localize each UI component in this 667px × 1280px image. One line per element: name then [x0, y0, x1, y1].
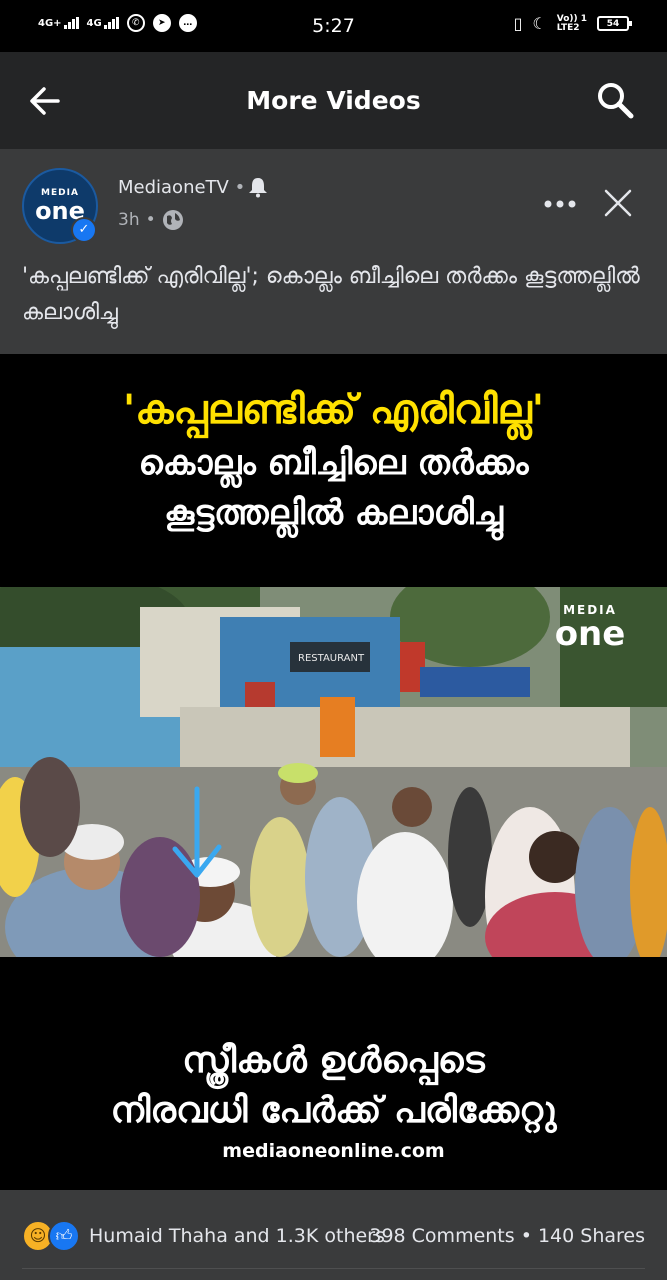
post-header: MEDIA one ✓ MediaoneTV • 3h • 'കപ്പലണ്ടി… [0, 149, 667, 354]
reaction-icons[interactable]: ☺ 👍︎ [22, 1220, 80, 1252]
post-stats: 398 Comments • 140 Shares [369, 1225, 645, 1247]
restaurant-sign: RESTAURANT [298, 653, 365, 664]
post-engagement-bar: ☺ 👍︎ Humaid Thaha and 1.3K others 398 Co… [0, 1190, 667, 1280]
post-time[interactable]: 3h [118, 210, 140, 230]
reactions-summary[interactable]: Humaid Thaha and 1.3K others [89, 1225, 385, 1247]
video-bottom-line-2: നിരവധി പേർക്ക് പരിക്കേറ്റു [110, 1090, 557, 1131]
divider [22, 1268, 645, 1269]
verified-badge-icon: ✓ [71, 217, 97, 243]
battery-level: 54 [606, 18, 620, 29]
status-bar: 4G+ 4G ✆ ➤ … 5:27 ▯ ☾ Vo)) 1 LTE2 54 [0, 0, 667, 52]
post-meta: 3h • [118, 209, 184, 231]
video-player[interactable]: 'കപ്പലണ്ടിക്ക് എരിവില്ല' കൊല്ലം ബീച്ചിലെ… [0, 354, 667, 1190]
video-bottom-text: സ്ത്രീകൾ ഉൾപ്പെടെ നിരവധി പേർക്ക് പരിക്കേ… [0, 1036, 667, 1136]
status-right: ▯ ☾ Vo)) 1 LTE2 54 [513, 14, 632, 33]
separator-dot: • [520, 1225, 538, 1247]
post-caption: 'കപ്പലണ്ടിക്ക് എരിവില്ല'; കൊല്ലം ബീച്ചില… [22, 264, 640, 325]
video-watermark-logo: MEDIA one [540, 603, 640, 651]
top-bar: More Videos [0, 52, 667, 149]
lte-label: LTE2 [556, 22, 580, 33]
separator-dot: • [234, 177, 246, 198]
do-not-disturb-moon-icon: ☾ [532, 14, 547, 33]
video-post: MEDIA one ✓ MediaoneTV • 3h • 'കപ്പലണ്ടി… [0, 149, 667, 1280]
vibrate-icon: ▯ [513, 14, 523, 33]
page-name[interactable]: MediaoneTV [118, 177, 229, 198]
watermark-bottom: one [554, 614, 626, 654]
globe-icon [162, 210, 183, 230]
video-subline-1: കൊല്ലം ബീച്ചിലെ തർക്കം [138, 443, 529, 483]
page-title: More Videos [246, 86, 421, 115]
bell-icon[interactable] [246, 175, 270, 199]
video-subline-2: കൂട്ടത്തല്ലിൽ കലാശിച്ചു [164, 493, 503, 533]
volte-indicator: Vo)) 1 LTE2 [556, 14, 587, 33]
search-icon[interactable] [595, 80, 635, 120]
video-headline: 'കപ്പലണ്ടിക്ക് എരിവില്ല' [122, 387, 545, 433]
page-name-row: MediaoneTV • [118, 177, 245, 198]
avatar[interactable]: MEDIA one ✓ [22, 168, 98, 244]
battery-icon: 54 [597, 16, 632, 31]
shares-count[interactable]: 140 Shares [538, 1225, 645, 1247]
video-bottom-line-1: സ്ത്രീകൾ ഉൾപ്പെടെ [182, 1040, 485, 1081]
more-options-icon[interactable] [540, 189, 580, 219]
video-headline-block: 'കപ്പലണ്ടിക്ക് എരിവില്ല' കൊല്ലം ബീച്ചിലെ… [0, 382, 667, 538]
video-frame: RESTAURANT MEDIA one [0, 587, 667, 957]
comments-count[interactable]: 398 Comments [369, 1225, 514, 1247]
close-icon[interactable] [600, 185, 636, 221]
like-reaction-icon: 👍︎ [48, 1220, 80, 1252]
video-source-url: mediaoneonline.com [222, 1140, 445, 1162]
separator-dot: • [145, 210, 156, 230]
